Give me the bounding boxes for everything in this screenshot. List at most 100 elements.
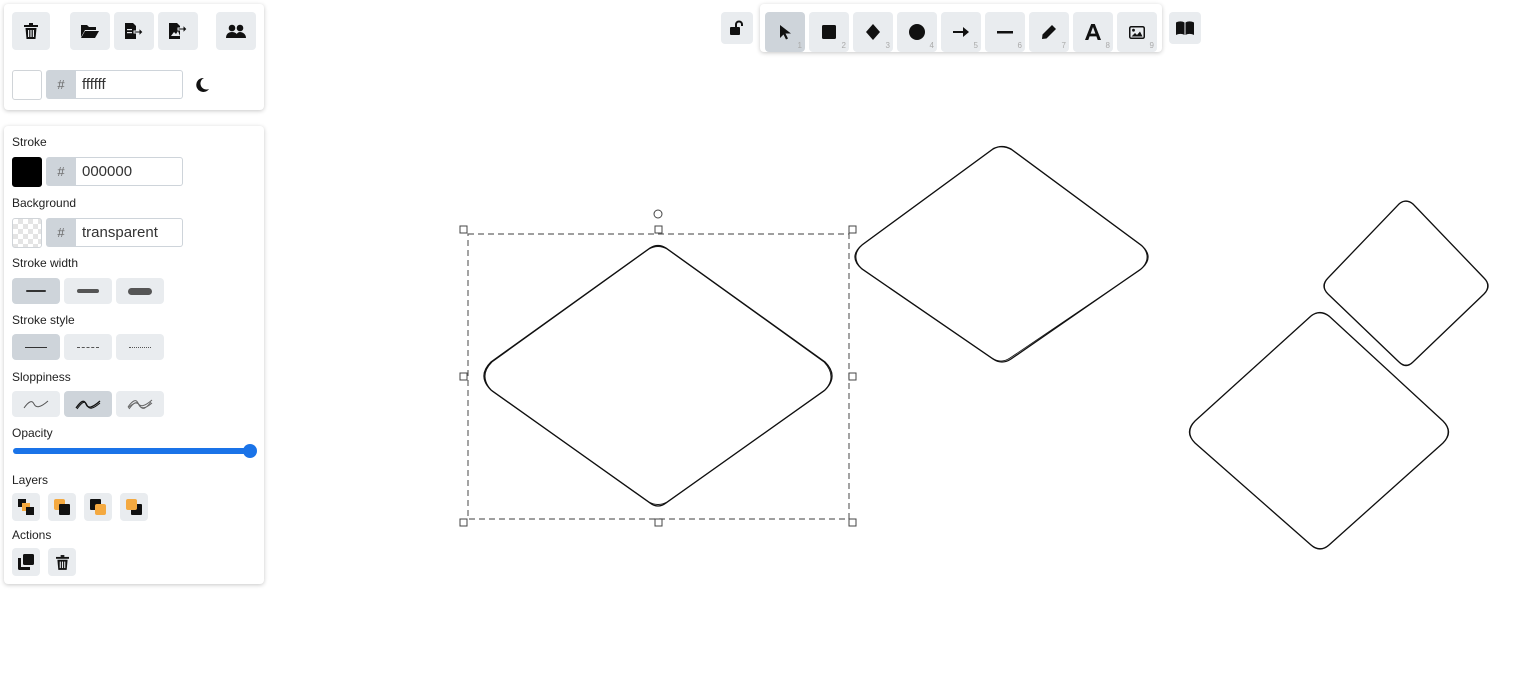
tool-line[interactable]: 6 [985,12,1025,52]
stroke-style-solid-icon [25,346,47,348]
sloppiness-architect-button[interactable] [12,391,60,417]
sloppiness-label: Sloppiness [12,370,71,384]
selected-diamond[interactable] [483,244,833,507]
open-file-button[interactable] [70,12,110,50]
stroke-width-label: Stroke width [12,256,79,270]
sloppiness-cartoonist-button[interactable] [116,391,164,417]
dark-mode-toggle[interactable] [192,75,212,95]
stroke-style-dotted-button[interactable] [116,334,164,360]
stroke-width-bold-button[interactable] [64,278,112,304]
tool-ellipse[interactable]: 4 [897,12,937,52]
tool-arrow-shortcut: 5 [973,41,978,50]
moon-icon [196,77,209,92]
diamond-shape-2[interactable] [854,145,1149,363]
resize-handle-e [848,372,857,381]
image-icon [1129,25,1145,39]
stroke-width-bold-icon [77,289,99,293]
rectangle-icon [822,25,836,39]
tool-image[interactable]: 9 [1117,12,1157,52]
stroke-width-extra-bold-icon [128,287,152,295]
stroke-color-swatch[interactable] [12,157,42,187]
sloppiness-architect-icon [23,400,49,409]
bring-forward-button[interactable] [84,493,112,521]
duplicate-icon [18,554,34,570]
folder-open-icon [81,25,99,38]
background-color-swatch[interactable] [12,218,42,248]
live-collaboration-button[interactable] [216,12,256,50]
opacity-slider-thumb[interactable] [243,444,257,458]
library-book-icon [1176,21,1194,35]
stroke-style-dashed-icon [77,346,99,348]
tool-image-shortcut: 9 [1149,41,1154,50]
tool-ellipse-shortcut: 4 [929,41,934,50]
export-image-icon [169,23,187,39]
diamond-shape-3[interactable] [1323,200,1489,367]
sloppiness-cartoonist-icon [127,399,153,410]
resize-handle-ne [848,225,857,234]
trash-icon [55,554,69,570]
resize-handle-n [654,225,663,234]
diamond-shape-4[interactable] [1188,311,1450,550]
opacity-slider-track[interactable] [13,448,249,454]
tool-line-shortcut: 6 [1017,41,1022,50]
background-hash: # [46,218,76,247]
canvas-actions-panel: # ffffff [4,4,264,110]
resize-handle-nw [459,225,468,234]
export-image-button[interactable] [158,12,198,50]
stroke-width-thin-button[interactable] [12,278,60,304]
bring-to-front-button[interactable] [120,493,148,521]
clear-canvas-button[interactable] [12,12,50,50]
rotation-handle [653,209,663,219]
sloppiness-artist-icon [75,400,101,410]
tool-draw[interactable]: 7 [1029,12,1069,52]
send-backward-button[interactable] [48,493,76,521]
opacity-label: Opacity [12,426,53,440]
cursor-icon [780,25,791,40]
resize-handle-se [848,518,857,527]
stroke-style-solid-button[interactable] [12,334,60,360]
lock-tool-button[interactable] [721,12,753,44]
duplicate-button[interactable] [12,548,40,576]
tool-diamond-shortcut: 3 [885,41,890,50]
background-color-input[interactable]: transparent [76,218,183,247]
stroke-color-input[interactable]: 000000 [76,157,183,186]
background-label: Background [12,196,77,210]
export-file-icon [125,23,143,39]
tool-diamond[interactable]: 3 [853,12,893,52]
bring-to-front-icon [126,499,142,515]
tool-rectangle-shortcut: 2 [841,41,846,50]
delete-button[interactable] [48,548,76,576]
line-icon [997,30,1013,33]
tool-draw-shortcut: 7 [1061,41,1066,50]
properties-panel: Stroke # 000000 Background # transparent… [4,126,264,584]
tool-arrow[interactable]: 5 [941,12,981,52]
save-file-button[interactable] [114,12,154,50]
text-icon [1085,24,1101,40]
canvas-background-swatch[interactable] [12,70,42,100]
stroke-width-extra-bold-button[interactable] [116,278,164,304]
selection-box[interactable] [459,209,857,527]
resize-handle-s [654,518,663,527]
send-to-back-icon [18,499,34,515]
library-button[interactable] [1169,12,1201,44]
ellipse-icon [909,24,925,40]
arrow-icon [953,27,969,37]
collaborators-icon [226,24,246,38]
tool-selection-shortcut: 1 [797,41,802,50]
stroke-style-dashed-button[interactable] [64,334,112,360]
sloppiness-artist-button[interactable] [64,391,112,417]
diamond-icon [866,24,880,40]
tool-selection[interactable]: 1 [765,12,805,52]
stroke-label: Stroke [12,135,47,149]
actions-label: Actions [12,528,52,542]
bring-forward-icon [90,499,106,515]
tool-text[interactable]: 8 [1073,12,1113,52]
layers-label: Layers [12,473,49,487]
unlock-icon [730,20,743,35]
tool-text-shortcut: 8 [1105,41,1110,50]
send-to-back-button[interactable] [12,493,40,521]
canvas-background-input[interactable]: ffffff [76,70,183,99]
send-backward-icon [54,499,70,515]
resize-handle-sw [459,518,468,527]
tool-rectangle[interactable]: 2 [809,12,849,52]
